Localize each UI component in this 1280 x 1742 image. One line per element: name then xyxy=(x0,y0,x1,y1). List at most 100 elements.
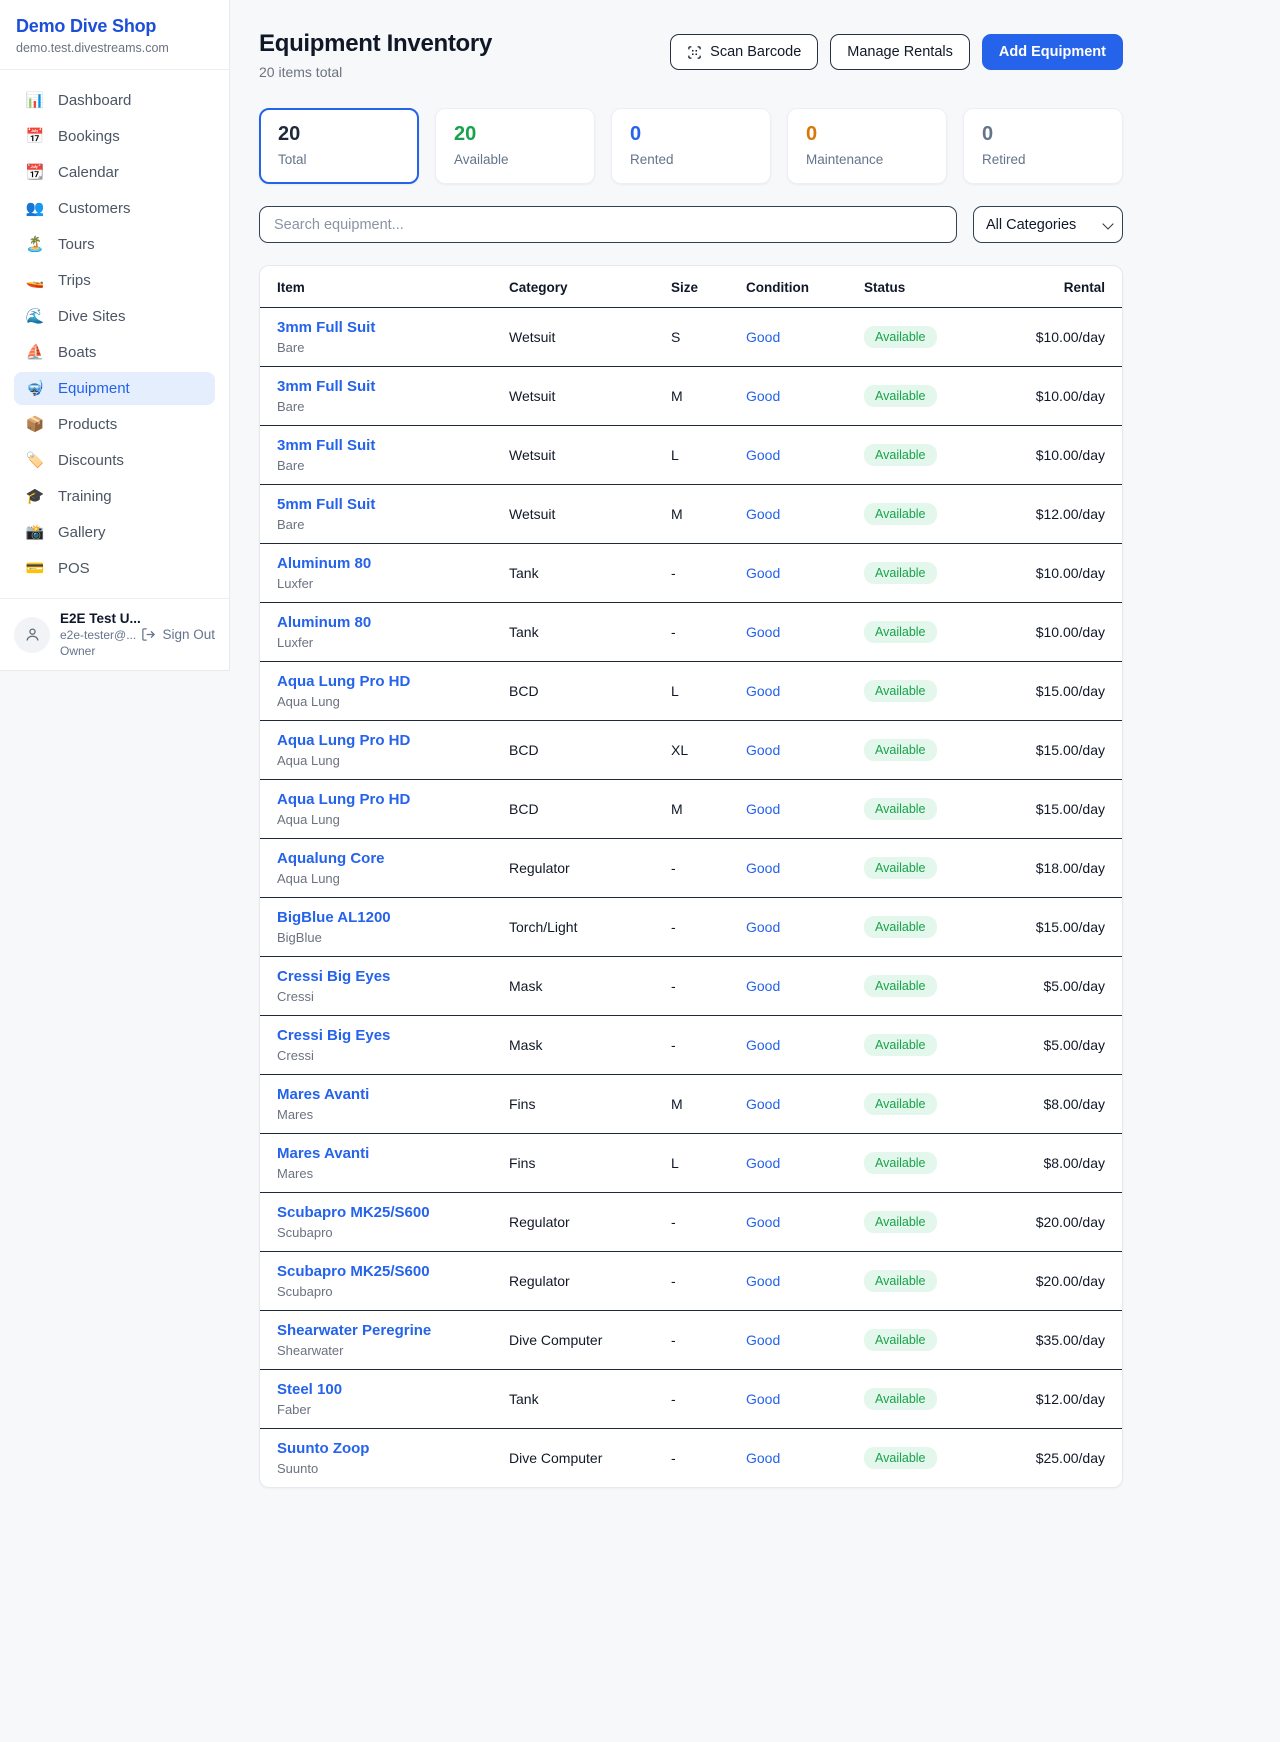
cell-status: Available xyxy=(864,603,1016,662)
page-header: Equipment Inventory 20 items total Scan … xyxy=(259,30,1123,80)
item-name-link[interactable]: Aqua Lung Pro HD xyxy=(277,791,509,808)
item-name-link[interactable]: Scubapro MK25/S600 xyxy=(277,1204,509,1221)
stat-card-rented[interactable]: 0Rented xyxy=(611,108,771,184)
cell-condition[interactable]: Good xyxy=(746,780,864,839)
search-input[interactable] xyxy=(274,217,942,233)
sidebar-item-training[interactable]: 🎓 Training xyxy=(14,480,215,513)
cell-category: Dive Computer xyxy=(509,1429,671,1488)
page-subtitle: 20 items total xyxy=(259,64,492,80)
cell-status: Available xyxy=(864,426,1016,485)
sidebar-item-tours[interactable]: 🏝️Tours xyxy=(14,228,215,261)
item-name-link[interactable]: Cressi Big Eyes xyxy=(277,1027,509,1044)
sidebar-item-dashboard[interactable]: 📊Dashboard xyxy=(14,84,215,117)
stat-value: 0 xyxy=(630,123,752,146)
item-name-link[interactable]: Aqua Lung Pro HD xyxy=(277,732,509,749)
item-name-link[interactable]: 3mm Full Suit xyxy=(277,378,509,395)
cell-status: Available xyxy=(864,662,1016,721)
sign-out-button[interactable]: Sign Out xyxy=(141,627,215,642)
item-name-link[interactable]: BigBlue AL1200 xyxy=(277,909,509,926)
sidebar-item-label: Training xyxy=(58,488,112,505)
item-name-link[interactable]: Mares Avanti xyxy=(277,1086,509,1103)
item-name-link[interactable]: Shearwater Peregrine xyxy=(277,1322,509,1339)
stat-label: Retired xyxy=(982,152,1104,167)
item-name-link[interactable]: Steel 100 xyxy=(277,1381,509,1398)
status-badge: Available xyxy=(864,444,937,466)
item-name-link[interactable]: 3mm Full Suit xyxy=(277,319,509,336)
item-name-link[interactable]: Aqualung Core xyxy=(277,850,509,867)
cell-condition[interactable]: Good xyxy=(746,1311,864,1370)
cell-rental: $15.00/day xyxy=(1016,898,1122,957)
cell-condition[interactable]: Good xyxy=(746,1016,864,1075)
cell-condition[interactable]: Good xyxy=(746,485,864,544)
cell-condition[interactable]: Good xyxy=(746,957,864,1016)
sidebar-item-dive-sites[interactable]: 🌊Dive Sites xyxy=(14,300,215,333)
cell-condition[interactable]: Good xyxy=(746,662,864,721)
sidebar-item-trips[interactable]: 🚤Trips xyxy=(14,264,215,297)
cell-condition[interactable]: Good xyxy=(746,1252,864,1311)
item-name-link[interactable]: 5mm Full Suit xyxy=(277,496,509,513)
sidebar-item-calendar[interactable]: 📆Calendar xyxy=(14,156,215,189)
scan-barcode-button[interactable]: Scan Barcode xyxy=(670,34,818,70)
stat-label: Total xyxy=(278,152,400,167)
table-row: Aqua Lung Pro HDAqua LungBCDMGoodAvailab… xyxy=(260,780,1122,839)
sidebar-item-gallery[interactable]: 📸Gallery xyxy=(14,516,215,549)
cell-status: Available xyxy=(864,367,1016,426)
manage-rentals-button[interactable]: Manage Rentals xyxy=(830,34,970,70)
training-icon: 🎓 xyxy=(25,489,45,504)
sidebar-item-equipment[interactable]: 🤿Equipment xyxy=(14,372,215,405)
stat-value: 0 xyxy=(982,123,1104,146)
brand-title[interactable]: Demo Dive Shop xyxy=(16,16,213,37)
item-name-link[interactable]: Aluminum 80 xyxy=(277,555,509,572)
item-brand: Shearwater xyxy=(277,1343,509,1358)
cell-condition[interactable]: Good xyxy=(746,544,864,603)
stat-card-available[interactable]: 20Available xyxy=(435,108,595,184)
cell-condition[interactable]: Good xyxy=(746,1134,864,1193)
cell-condition[interactable]: Good xyxy=(746,426,864,485)
item-name-link[interactable]: Suunto Zoop xyxy=(277,1440,509,1457)
stat-card-total[interactable]: 20Total xyxy=(259,108,419,184)
cell-condition[interactable]: Good xyxy=(746,603,864,662)
item-brand: Mares xyxy=(277,1166,509,1181)
cell-rental: $10.00/day xyxy=(1016,603,1122,662)
item-name-link[interactable]: Aluminum 80 xyxy=(277,614,509,631)
cell-condition[interactable]: Good xyxy=(746,721,864,780)
stat-card-retired[interactable]: 0 Retired xyxy=(963,108,1123,184)
status-badge: Available xyxy=(864,1034,937,1056)
cell-size: M xyxy=(671,367,746,426)
stat-card-maintenance[interactable]: 0Maintenance xyxy=(787,108,947,184)
table-row: 3mm Full SuitBareWetsuitMGoodAvailable$1… xyxy=(260,367,1122,426)
user-role: Owner xyxy=(60,644,131,658)
cell-condition[interactable]: Good xyxy=(746,1193,864,1252)
cell-condition[interactable]: Good xyxy=(746,367,864,426)
item-brand: Luxfer xyxy=(277,576,509,591)
item-name-link[interactable]: 3mm Full Suit xyxy=(277,437,509,454)
cell-condition[interactable]: Good xyxy=(746,839,864,898)
cell-rental: $15.00/day xyxy=(1016,662,1122,721)
cell-condition[interactable]: Good xyxy=(746,308,864,367)
category-select[interactable]: All Categories xyxy=(973,206,1123,243)
item-name-link[interactable]: Mares Avanti xyxy=(277,1145,509,1162)
table-row: 3mm Full SuitBareWetsuitSGoodAvailable$1… xyxy=(260,308,1122,367)
sidebar-item-bookings[interactable]: 📅Bookings xyxy=(14,120,215,153)
table-row: BigBlue AL1200BigBlueTorch/Light-GoodAva… xyxy=(260,898,1122,957)
cell-condition[interactable]: Good xyxy=(746,1429,864,1488)
cell-condition[interactable]: Good xyxy=(746,898,864,957)
user-meta: E2E Test U... e2e-tester@... Owner xyxy=(60,611,131,658)
cell-condition[interactable]: Good xyxy=(746,1370,864,1429)
sidebar-item-products[interactable]: 📦Products xyxy=(14,408,215,441)
cell-status: Available xyxy=(864,1134,1016,1193)
item-name-link[interactable]: Aqua Lung Pro HD xyxy=(277,673,509,690)
cell-size: L xyxy=(671,662,746,721)
cell-rental: $35.00/day xyxy=(1016,1311,1122,1370)
add-equipment-button[interactable]: Add Equipment xyxy=(982,34,1123,70)
sidebar-item-discounts[interactable]: 🏷️Discounts xyxy=(14,444,215,477)
stat-cards: 20Total20Available0Rented0Maintenance 0 Re… xyxy=(259,108,1123,184)
item-name-link[interactable]: Scubapro MK25/S600 xyxy=(277,1263,509,1280)
sidebar-item-customers[interactable]: 👥Customers xyxy=(14,192,215,225)
item-name-link[interactable]: Cressi Big Eyes xyxy=(277,968,509,985)
sidebar-item-boats[interactable]: ⛵Boats xyxy=(14,336,215,369)
cell-condition[interactable]: Good xyxy=(746,1075,864,1134)
cell-item: Aluminum 80 Luxfer xyxy=(260,544,509,603)
sidebar-item-pos[interactable]: 💳POS xyxy=(14,552,215,585)
page-title: Equipment Inventory xyxy=(259,30,492,58)
